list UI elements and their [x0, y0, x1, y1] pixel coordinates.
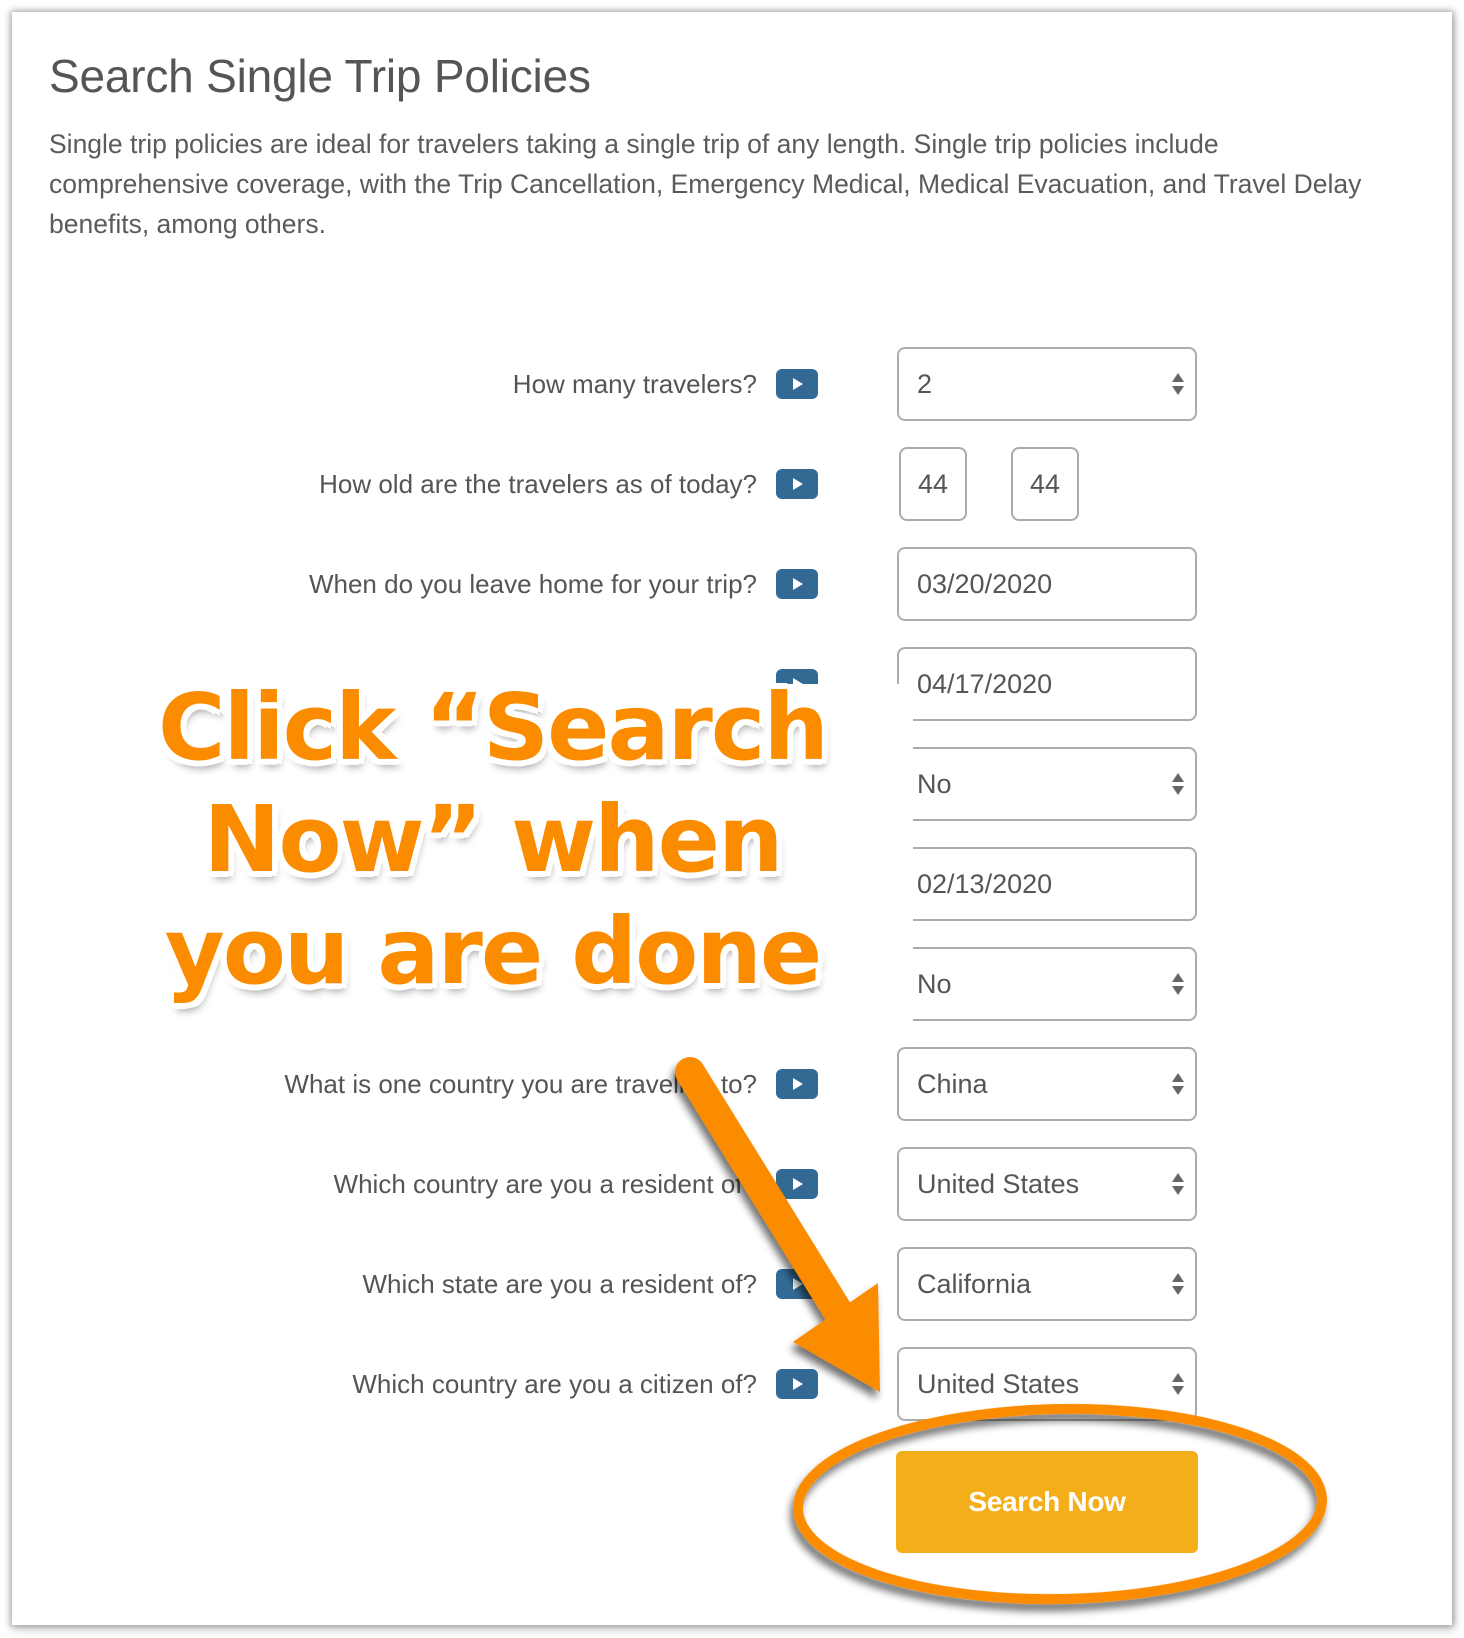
callout-line: Now” when — [203, 786, 783, 893]
select-up-down-icon — [1171, 1271, 1185, 1297]
play-video-icon — [793, 578, 803, 590]
callout-line: you are done — [164, 898, 823, 1005]
citizenship-country-value: United States — [917, 1368, 1080, 1399]
select-up-down-icon — [1171, 1171, 1185, 1197]
traveler-age-input-1[interactable]: 44 — [899, 447, 967, 521]
destination-country-select[interactable]: China — [897, 1047, 1197, 1121]
question-6-value: No — [917, 968, 952, 999]
traveler-age-value: 44 — [917, 468, 949, 499]
destination-country-info-button[interactable] — [776, 1069, 818, 1099]
residence-state-info-button[interactable] — [776, 1269, 818, 1299]
citizenship-country-label: Which country are you a citizen of? — [352, 1368, 757, 1399]
screenshot-stage: Search Single Trip Policies Single trip … — [0, 0, 1464, 1638]
description-line: benefits, among others. — [49, 209, 326, 239]
travelers-count-select[interactable]: 2 — [897, 347, 1197, 421]
question-4-select[interactable]: No — [897, 747, 1197, 821]
description-line: comprehensive coverage, with the Trip Ca… — [49, 169, 1362, 199]
travelers-count-info-button[interactable] — [776, 369, 818, 399]
departure-date-value: 03/20/2020 — [917, 568, 1053, 599]
callout-text: Click “Search Now” when you are done — [140, 672, 845, 1008]
search-now-button[interactable]: Search Now — [896, 1451, 1198, 1553]
residence-country-select[interactable]: United States — [897, 1147, 1197, 1221]
traveler-age-input-2[interactable]: 44 — [1011, 447, 1079, 521]
select-up-down-icon — [1171, 371, 1185, 397]
traveler-age-value: 44 — [1029, 468, 1061, 499]
return-date-value: 04/17/2020 — [917, 668, 1053, 699]
residence-country-info-button[interactable] — [776, 1169, 818, 1199]
description-line: Single trip policies are ideal for trave… — [49, 129, 1219, 159]
page-title: Search Single Trip Policies — [49, 50, 591, 102]
question-6-select[interactable]: No — [897, 947, 1197, 1021]
traveler-ages-label: How old are the travelers as of today? — [319, 468, 757, 499]
travelers-count-label: How many travelers? — [512, 368, 757, 399]
departure-date-label: When do you leave home for your trip? — [308, 568, 757, 599]
play-video-icon — [793, 1178, 803, 1190]
play-video-icon — [793, 1078, 803, 1090]
citizenship-country-select[interactable]: United States — [897, 1347, 1197, 1421]
select-up-down-icon — [1171, 971, 1185, 997]
residence-country-value: United States — [917, 1168, 1080, 1199]
traveler-ages-info-button[interactable] — [776, 469, 818, 499]
play-video-icon — [793, 1278, 803, 1290]
select-up-down-icon — [1171, 1371, 1185, 1397]
question-5-date-input[interactable]: 02/13/2020 — [897, 847, 1197, 921]
play-video-icon — [793, 1378, 803, 1390]
select-up-down-icon — [1171, 771, 1185, 797]
residence-state-value: California — [917, 1268, 1032, 1299]
departure-date-input[interactable]: 03/20/2020 — [897, 547, 1197, 621]
page-description: Single trip policies are ideal for trave… — [49, 124, 1361, 244]
play-video-icon — [793, 378, 803, 390]
question-5-value: 02/13/2020 — [917, 868, 1053, 899]
destination-country-label: What is one country you are traveling to… — [284, 1068, 757, 1099]
residence-country-label: Which country are you a resident of? — [333, 1168, 757, 1199]
return-date-input[interactable]: 04/17/2020 — [897, 647, 1197, 721]
residence-state-label: Which state are you a resident of? — [362, 1268, 757, 1299]
citizenship-country-info-button[interactable] — [776, 1369, 818, 1399]
play-video-icon — [793, 478, 803, 490]
destination-country-value: China — [917, 1068, 988, 1099]
question-4-value: No — [917, 768, 952, 799]
residence-state-select[interactable]: California — [897, 1247, 1197, 1321]
select-up-down-icon — [1171, 1071, 1185, 1097]
departure-date-info-button[interactable] — [776, 569, 818, 599]
travelers-count-value: 2 — [917, 368, 933, 399]
callout-line: Click “Search — [158, 674, 829, 781]
